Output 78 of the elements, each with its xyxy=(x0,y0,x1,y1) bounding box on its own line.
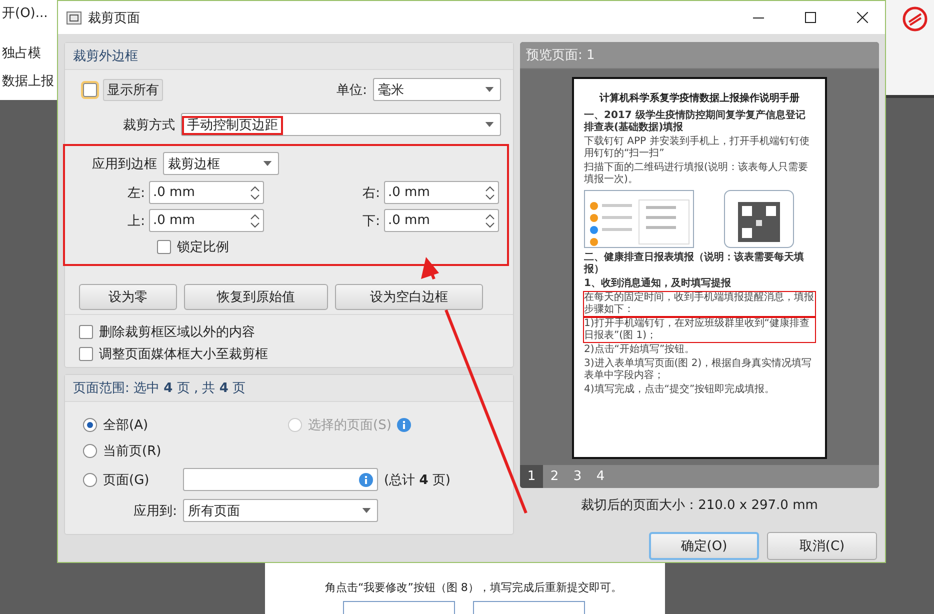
document-text: 下载钉钉 APP 并安装到手机上，打开手机端钉钉使用钉钉的“扫一扫” xyxy=(584,136,810,160)
margin-spin-field[interactable]: .0 mm xyxy=(384,181,499,204)
document-text: 角点击“我要修改”按钮（图 8），填写完成后重新提交即可。 xyxy=(325,580,622,595)
field-label: 左: xyxy=(126,184,145,202)
page-tab[interactable]: 2 xyxy=(543,465,566,488)
action-button[interactable]: 设为空白边框 xyxy=(335,284,483,310)
page-size-text: 裁切后的页面大小：210.0 x 297.0 mm xyxy=(580,497,819,515)
radio-label: 选择的页面(S) xyxy=(308,417,392,434)
dropdown-caret-icon xyxy=(362,508,371,513)
group-title: 页面范围: 选中 4 页 , 共 4 页 xyxy=(65,375,513,402)
maximize-icon[interactable] xyxy=(804,12,816,23)
spin-arrows-icon xyxy=(485,212,495,228)
action-button[interactable]: 设为零 xyxy=(79,284,177,310)
close-icon[interactable] xyxy=(856,12,868,23)
radio-label: 当前页(R) xyxy=(103,443,162,460)
field-label: 应用到边框 xyxy=(91,156,157,172)
page-tab[interactable]: 4 xyxy=(589,465,612,488)
spin-arrows-icon xyxy=(250,212,260,228)
crop-mode-dropdown[interactable]: 手动控制页边距 xyxy=(181,113,501,136)
page-tab[interactable]: 1 xyxy=(520,465,543,488)
option-checkbox[interactable] xyxy=(79,325,93,339)
stamp-icon[interactable] xyxy=(902,6,928,32)
qr-code-drawing xyxy=(724,190,794,248)
option-checkbox[interactable] xyxy=(79,347,93,361)
spin-arrows-icon xyxy=(250,184,260,200)
margin-spin-field[interactable]: .0 mm xyxy=(149,181,264,204)
total-pages-text: (总计 4 页) xyxy=(384,472,450,488)
menu-item[interactable]: 开(O)... xyxy=(2,4,48,22)
action-button[interactable]: 恢复到原始值 xyxy=(184,284,328,310)
margin-spin-field[interactable]: .0 mm xyxy=(149,209,264,232)
show-all-checkbox[interactable] xyxy=(83,82,97,96)
field-label: 上: xyxy=(126,212,145,230)
document-heading: 1、收到消息通知，及时填写提报 xyxy=(584,278,732,290)
document-text: 在每天的固定时间，收到手机端填报提醒消息，填报步骤如下： xyxy=(584,292,815,316)
dropdown-caret-icon xyxy=(485,87,494,92)
document-heading: 二、健康排查日报表填报（说明：该表需要每天填报） xyxy=(584,252,805,276)
cancel-button[interactable]: 取消(C) xyxy=(767,532,877,560)
apply-border-dropdown[interactable]: 裁剪边框 xyxy=(163,152,279,175)
unit-dropdown[interactable]: 毫米 xyxy=(373,78,501,101)
document-text: 扫描下面的二维码进行填报(说明：该表每人只需要填报一次)。 xyxy=(584,162,809,186)
spin-arrows-icon xyxy=(485,184,495,200)
apply-to-dropdown[interactable]: 所有页面 xyxy=(183,499,378,522)
checkbox-label: 调整页面媒体框大小至裁剪框 xyxy=(99,346,268,363)
crop-icon xyxy=(66,10,82,26)
document-tab[interactable]: 数据上报 xyxy=(2,72,54,90)
margin-spin-field[interactable]: .0 mm xyxy=(384,209,499,232)
dropdown-value: 手动控制页边距 xyxy=(182,116,283,134)
radio-button[interactable] xyxy=(83,472,97,486)
field-label: 应用到: xyxy=(132,502,178,520)
document-text: 2)点击“开始填写”按钮。 xyxy=(584,344,696,356)
preview-title: 预览页面: 1 xyxy=(520,42,879,69)
page-tab[interactable]: 3 xyxy=(566,465,589,488)
field-label: 裁剪方式 xyxy=(122,116,175,134)
radio-label: 页面(G) xyxy=(103,472,150,488)
dropdown-caret-icon xyxy=(263,161,272,166)
field-label: 右: xyxy=(362,184,380,202)
radio-button[interactable] xyxy=(83,444,97,458)
field-label: 下: xyxy=(362,212,380,230)
document-text: 1)打开手机端钉钉，在对应班级群里收到“健康排查日报表”(图 1)； xyxy=(584,318,815,342)
lock-ratio-checkbox[interactable] xyxy=(157,240,171,254)
checkbox-label: 删除裁剪框区域以外的内容 xyxy=(99,324,255,341)
checkbox-label: 锁定比例 xyxy=(177,239,229,256)
document-text: 3)进入表单填写页面(图 2)，根据自身真实情况填写表单中字段内容； xyxy=(584,358,813,382)
document-text: 4)填写完成，点击“提交”按钮即完成填报。 xyxy=(584,384,776,396)
info-icon[interactable] xyxy=(359,472,373,486)
mode-label: 独占模 xyxy=(2,45,41,62)
document-heading: 一、2017 级学生疫情防控期间复学复产信息登记排查表(基础数据)填报 xyxy=(584,110,806,134)
window-title: 裁剪页面 xyxy=(88,10,141,26)
ok-button[interactable]: 确定(O) xyxy=(649,532,759,560)
info-icon[interactable] xyxy=(397,418,412,432)
radio-button[interactable] xyxy=(83,418,97,432)
document-title: 计算机科学系复学疫情数据上报操作说明手册 xyxy=(598,93,800,105)
radio-label: 全部(A) xyxy=(103,417,148,434)
group-title: 裁剪外边框 xyxy=(65,43,513,70)
field-label: 单位: xyxy=(336,82,367,98)
dropdown-caret-icon xyxy=(485,122,494,127)
pages-input-field[interactable] xyxy=(183,468,378,491)
checkbox-label: 显示所有 xyxy=(103,78,163,100)
